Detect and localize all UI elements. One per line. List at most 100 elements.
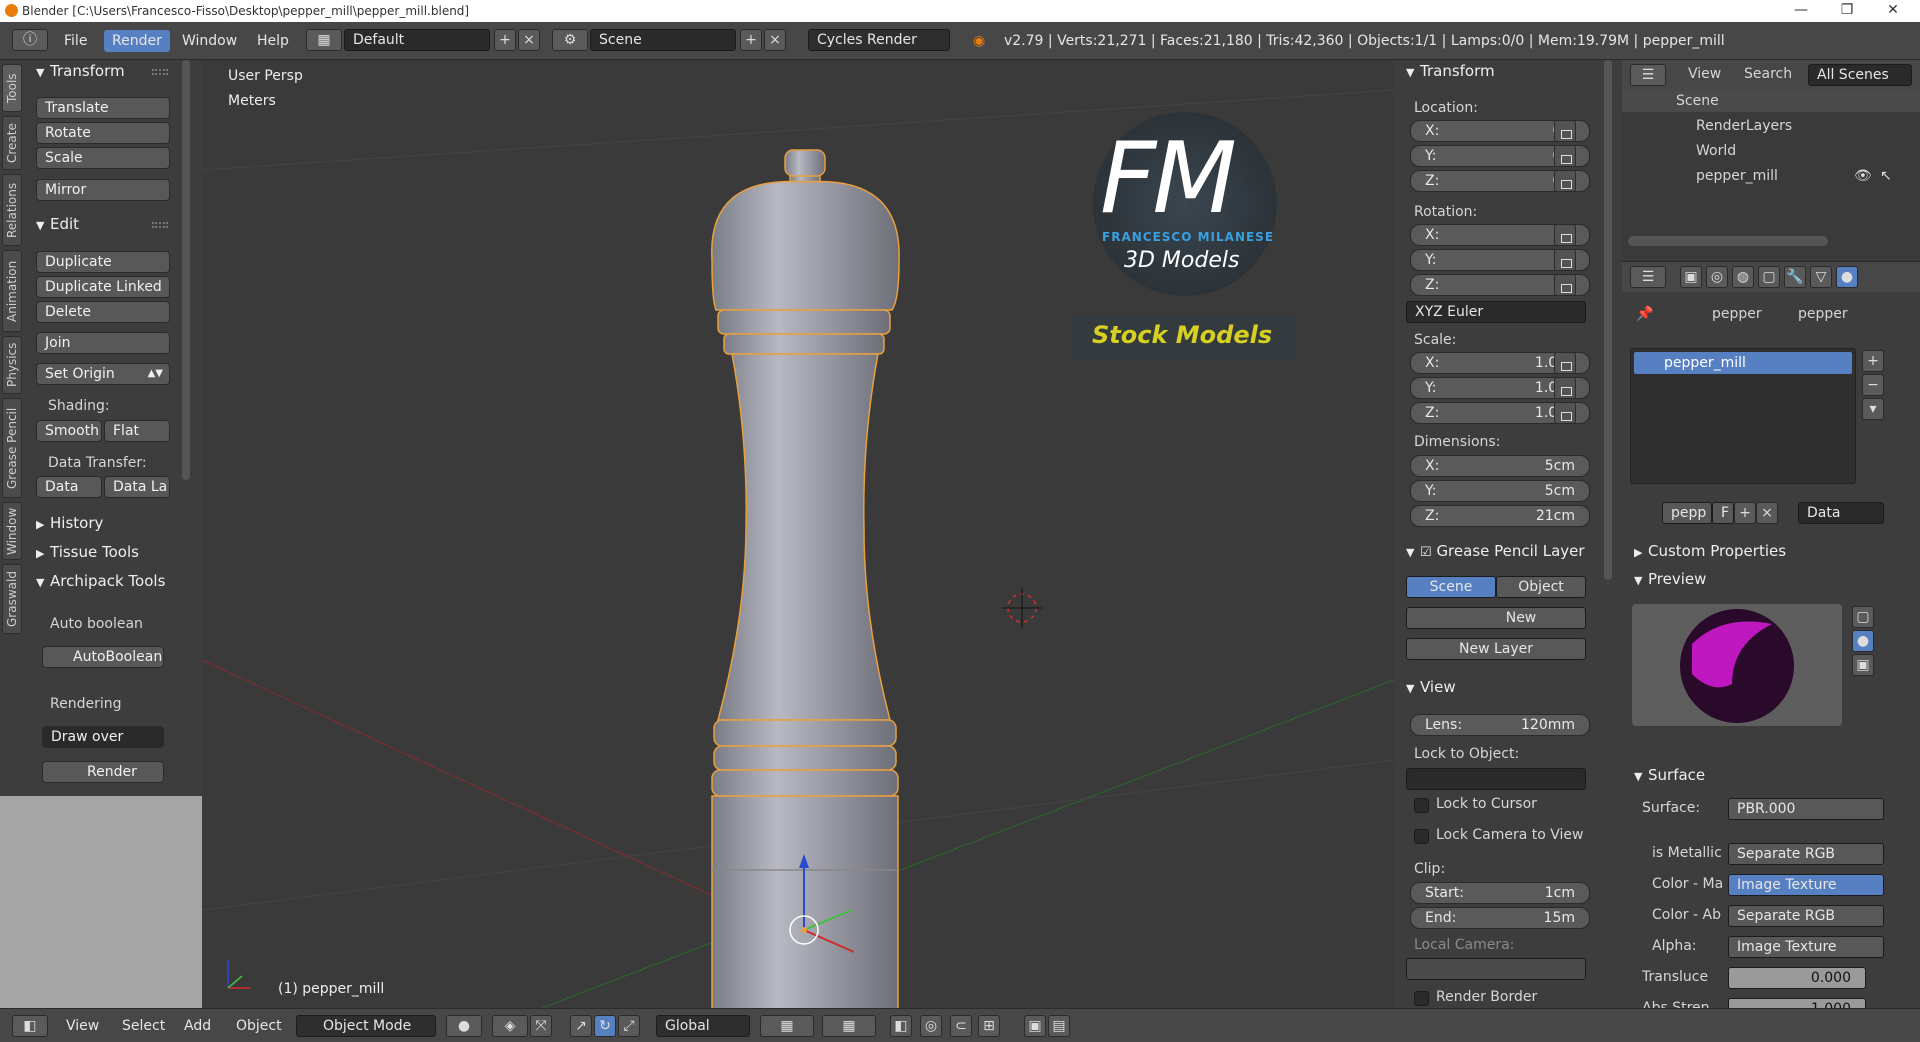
tab-graswald[interactable]: Graswald xyxy=(2,564,22,634)
draw-over-dropdown[interactable]: Draw over xyxy=(42,726,164,748)
eye-icon[interactable]: 👁 xyxy=(1854,168,1872,184)
outliner-filter-dropdown[interactable]: All Scenes xyxy=(1808,64,1912,86)
clip-start-field[interactable]: Start: 1cm xyxy=(1410,882,1590,904)
scene-icon[interactable]: ⚙ xyxy=(552,29,588,51)
is-metallic-input[interactable]: Separate RGB xyxy=(1728,843,1884,865)
render-border-checkbox[interactable] xyxy=(1414,991,1429,1006)
lock-object-field[interactable] xyxy=(1406,768,1586,790)
render-engine-dropdown[interactable]: Cycles Render xyxy=(808,29,950,51)
join-button[interactable]: Join xyxy=(36,332,170,354)
remove-layout-button[interactable]: × xyxy=(518,29,540,51)
color-albedo-input[interactable]: Separate RGB xyxy=(1728,905,1884,927)
footer-menu-select[interactable]: Select xyxy=(122,1015,165,1037)
gp-scene-button[interactable]: Scene xyxy=(1406,576,1496,598)
editor-type-icon[interactable]: ⓘ xyxy=(12,29,48,51)
custom-properties-header[interactable]: ▶ Custom Properties xyxy=(1634,540,1786,562)
snap-element-icon[interactable]: ⊞ xyxy=(978,1015,1000,1037)
tissue-tools-header[interactable]: ▶ Tissue Tools xyxy=(36,541,139,563)
render-button[interactable]: Render xyxy=(42,761,164,783)
material-name-field[interactable]: pepp xyxy=(1662,502,1712,524)
rotate-manipulator-icon[interactable]: ↻ xyxy=(594,1015,616,1037)
autoboolean-button[interactable]: AutoBoolean xyxy=(42,646,164,668)
outliner-item-renderlayers[interactable]: RenderLayers xyxy=(1696,118,1792,134)
gp-new-button[interactable]: New xyxy=(1406,607,1586,629)
minimize-button[interactable]: — xyxy=(1778,0,1824,22)
delete-button[interactable]: Delete xyxy=(36,301,170,323)
mode-dropdown[interactable]: Object Mode xyxy=(296,1015,436,1037)
lock-icon[interactable] xyxy=(1554,274,1576,296)
tab-grease-pencil[interactable]: Grease Pencil xyxy=(2,398,22,498)
pin-icon[interactable]: 📌 xyxy=(1636,306,1653,322)
archipack-tools-header[interactable]: ▼ Archipack Tools xyxy=(36,570,165,592)
layer-lock-icon[interactable]: ◧ xyxy=(890,1015,912,1037)
material-tab-icon[interactable]: ● xyxy=(1836,266,1858,288)
modifier-tab-icon[interactable]: 🔧 xyxy=(1784,266,1806,288)
screen-layout-field[interactable]: Default xyxy=(344,29,490,51)
layers-grid-icon[interactable]: ▦ xyxy=(822,1015,876,1037)
smooth-button[interactable]: Smooth xyxy=(36,420,102,442)
tab-create[interactable]: Create xyxy=(2,116,22,170)
preview-cube-icon[interactable]: ▣ xyxy=(1852,654,1874,676)
menu-help[interactable]: Help xyxy=(257,30,289,52)
lock-cursor-checkbox[interactable] xyxy=(1414,798,1429,813)
footer-menu-add[interactable]: Add xyxy=(184,1015,211,1037)
translate-button[interactable]: Translate xyxy=(36,97,170,119)
material-preview[interactable] xyxy=(1632,604,1842,726)
grease-pencil-header[interactable]: ▼ ☑ Grease Pencil Layer xyxy=(1406,540,1585,562)
layers-grid-icon[interactable]: ▦ xyxy=(760,1015,814,1037)
local-camera-field[interactable] xyxy=(1406,958,1586,980)
data-layers-button[interactable]: Data La xyxy=(104,476,170,498)
material-slot-item[interactable]: pepper_mill xyxy=(1634,352,1852,374)
lock-icon[interactable] xyxy=(1554,120,1576,142)
gp-new-layer-button[interactable]: New Layer xyxy=(1406,638,1586,660)
data-button[interactable]: Data xyxy=(36,476,102,498)
surface-header[interactable]: ▼ Surface xyxy=(1634,764,1705,786)
manipulator-icon[interactable]: ⤧ xyxy=(530,1015,552,1037)
remove-scene-button[interactable]: × xyxy=(764,29,786,51)
preview-flat-icon[interactable]: ▢ xyxy=(1852,606,1874,628)
tab-physics[interactable]: Physics xyxy=(2,336,22,394)
lock-icon[interactable] xyxy=(1554,352,1576,374)
cursor-icon[interactable]: ↖ xyxy=(1880,168,1892,184)
lock-icon[interactable] xyxy=(1554,402,1576,424)
outliner-item-pepper-mill[interactable]: pepper_mill xyxy=(1696,168,1778,184)
edit-panel-header[interactable]: ▼ Edit xyxy=(36,213,79,235)
footer-menu-object[interactable]: Object xyxy=(236,1015,282,1037)
tab-animation[interactable]: Animation xyxy=(2,250,22,332)
rotation-mode-dropdown[interactable]: XYZ Euler xyxy=(1406,301,1586,323)
viewport-shading-icon[interactable]: ● xyxy=(446,1015,482,1037)
add-scene-button[interactable]: + xyxy=(740,29,762,51)
duplicate-button[interactable]: Duplicate xyxy=(36,251,170,273)
object-tab-icon[interactable]: ▢ xyxy=(1758,266,1780,288)
rotate-button[interactable]: Rotate xyxy=(36,122,170,144)
tab-relations[interactable]: Relations xyxy=(2,174,22,246)
tab-tools[interactable]: Tools xyxy=(2,64,22,112)
lock-icon[interactable] xyxy=(1554,224,1576,246)
history-panel-header[interactable]: ▶ History xyxy=(36,512,103,534)
opengl-render-icon[interactable]: ▣ xyxy=(1024,1015,1046,1037)
outliner-item-scene[interactable]: Scene xyxy=(1676,93,1719,109)
editor-type-icon[interactable]: ☰ xyxy=(1630,64,1666,86)
gp-object-button[interactable]: Object xyxy=(1496,576,1586,598)
lock-icon[interactable] xyxy=(1554,249,1576,271)
translucency-slider[interactable]: 0.000 xyxy=(1728,967,1866,989)
preview-sphere-icon[interactable]: ● xyxy=(1852,630,1874,652)
lock-camera-checkbox[interactable] xyxy=(1414,829,1429,844)
menu-window[interactable]: Window xyxy=(182,30,237,52)
outliner-item-world[interactable]: World xyxy=(1696,143,1736,159)
scale-manipulator-icon[interactable]: ⤢ xyxy=(618,1015,640,1037)
close-button[interactable]: ✕ xyxy=(1870,0,1916,22)
remove-slot-button[interactable]: − xyxy=(1862,374,1884,396)
editor-type-icon[interactable]: ◧ xyxy=(12,1015,48,1037)
unlink-material-button[interactable]: × xyxy=(1756,502,1778,524)
slot-menu-button[interactable]: ▾ xyxy=(1862,398,1884,420)
screen-layout-icon[interactable]: ▦ xyxy=(306,29,342,51)
lock-icon[interactable] xyxy=(1554,377,1576,399)
scene-tab-icon[interactable]: ◎ xyxy=(1706,266,1728,288)
view-panel-header[interactable]: ▼ View xyxy=(1406,676,1456,698)
new-material-button[interactable]: + xyxy=(1734,502,1756,524)
npanel-transform-header[interactable]: ▼ Transform xyxy=(1406,60,1495,82)
dimension-z-field[interactable]: Z: 21cm xyxy=(1410,505,1590,527)
mirror-button[interactable]: Mirror xyxy=(36,179,170,201)
toolshelf-scrollbar[interactable] xyxy=(182,60,190,480)
